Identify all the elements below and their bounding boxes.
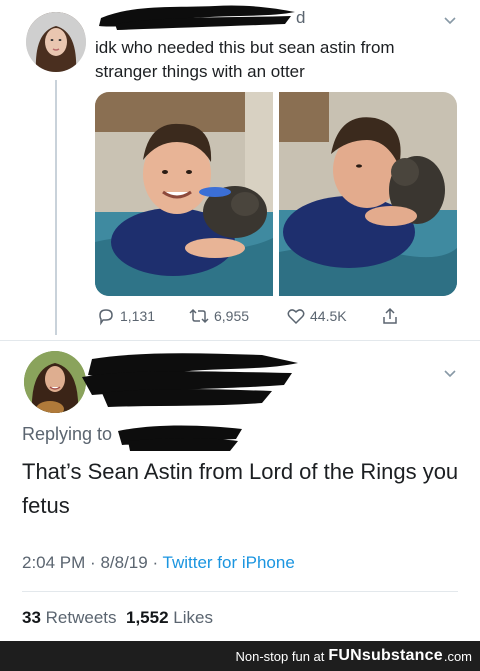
redacted-reply-handle	[118, 425, 242, 451]
footer-brand[interactable]: FUNsubstance	[328, 647, 442, 665]
share-icon	[383, 307, 397, 324]
stats-divider	[22, 591, 458, 592]
photo-man-with-otter-1[interactable]	[95, 92, 273, 296]
tweet-actions: 1,131 6,955 44.5K	[96, 304, 426, 328]
replying-to-label: Replying to	[22, 424, 113, 444]
tweet-media[interactable]	[95, 92, 457, 296]
reply-action[interactable]: 1,131	[96, 304, 155, 328]
likes-label: Likes	[173, 608, 213, 627]
like-count: 44.5K	[310, 308, 347, 324]
retweets-label: Retweets	[45, 608, 117, 627]
tweet-stats: 33 Retweets 1,552 Likes	[22, 608, 213, 628]
tweet-date[interactable]: 8/8/19	[100, 553, 147, 572]
avatar[interactable]	[26, 12, 86, 72]
meta-separator: ·	[152, 553, 163, 572]
redacted-username	[99, 5, 295, 30]
original-tweet: d idk who needed this but sean astin fro…	[0, 0, 480, 340]
footer-tagline: Non-stop fun at	[235, 648, 325, 664]
retweets-stat[interactable]: 33 Retweets	[22, 608, 117, 627]
tweet-meta: 2:04 PM · 8/8/19 · Twitter for iPhone	[22, 553, 295, 573]
likes-count: 1,552	[125, 608, 169, 627]
thread-line	[55, 80, 57, 335]
reply-count: 1,131	[120, 308, 156, 324]
reply-icon	[99, 309, 113, 326]
chevron-down-icon[interactable]	[443, 367, 457, 381]
footer-brand-tld: .com	[443, 648, 472, 664]
photo-man-with-otter-2[interactable]	[279, 92, 457, 296]
like-icon	[287, 309, 305, 325]
likes-stat[interactable]: 1,552 Likes	[126, 608, 213, 627]
share-action[interactable]	[380, 304, 400, 328]
reply-tweet: Replying to That’s Sean Astin from Lord …	[0, 341, 480, 641]
tweet-time[interactable]: 2:04 PM	[22, 553, 85, 572]
retweet-icon	[189, 308, 209, 324]
site-footer: Non-stop fun at FUNsubstance .com	[0, 641, 480, 671]
like-action[interactable]: 44.5K	[286, 304, 347, 328]
tweet-text: idk who needed this but sean astin from …	[95, 38, 395, 81]
meta-separator: ·	[90, 553, 101, 572]
retweet-count: 6,955	[214, 308, 250, 324]
chevron-down-icon[interactable]	[443, 14, 457, 28]
retweets-count: 33	[22, 608, 41, 627]
tweet-text: That’s Sean Astin from Lord of the Rings…	[22, 459, 459, 518]
handle-fragment: d	[296, 8, 306, 27]
retweet-action[interactable]: 6,955	[188, 304, 249, 328]
redacted-username	[82, 353, 298, 407]
tweet-source-link[interactable]: Twitter for iPhone	[163, 553, 295, 572]
